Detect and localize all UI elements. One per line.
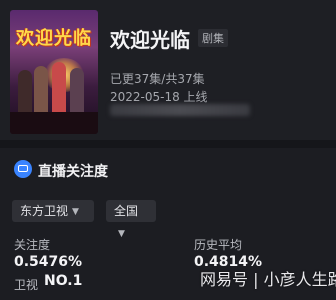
rank-prefix: 卫视 bbox=[14, 278, 39, 292]
region-selected: 全国 bbox=[114, 204, 139, 218]
live-tv-icon bbox=[14, 160, 32, 178]
caret-down-icon: ▼ bbox=[118, 228, 125, 239]
poster-figure bbox=[18, 70, 32, 116]
region-dropdown[interactable]: 全国 ▼ bbox=[106, 200, 156, 239]
watermark: 网易号 | 小彦人生路 bbox=[200, 270, 336, 289]
poster-figure bbox=[52, 62, 66, 116]
poster-figure bbox=[34, 66, 48, 116]
channel-dropdown[interactable]: 东方卫视 ▼ bbox=[12, 200, 94, 222]
poster-floor bbox=[10, 112, 98, 134]
section-title: 直播关注度 bbox=[38, 164, 108, 180]
rank-value: NO.1 bbox=[44, 273, 83, 289]
caret-down-icon: ▼ bbox=[72, 206, 79, 217]
channel-selected: 东方卫视 bbox=[20, 204, 69, 218]
show-poster[interactable]: 欢迎光临 bbox=[10, 10, 98, 134]
attention-value: 0.5476% bbox=[14, 254, 83, 270]
type-badge: 剧集 bbox=[198, 29, 228, 47]
air-date: 2022-05-18 上线 bbox=[110, 90, 208, 104]
attention-label: 关注度 bbox=[14, 238, 51, 252]
show-title: 欢迎光临 bbox=[110, 28, 190, 52]
section-divider bbox=[0, 140, 336, 148]
blurred-text bbox=[110, 104, 250, 116]
poster-figure bbox=[70, 68, 84, 116]
history-label: 历史平均 bbox=[194, 238, 243, 252]
show-header: 欢迎光临 欢迎光临 剧集 已更37集/共37集 2022-05-18 上线 bbox=[0, 0, 336, 140]
poster-title: 欢迎光临 bbox=[16, 28, 92, 49]
episode-count: 已更37集/共37集 bbox=[110, 72, 205, 86]
